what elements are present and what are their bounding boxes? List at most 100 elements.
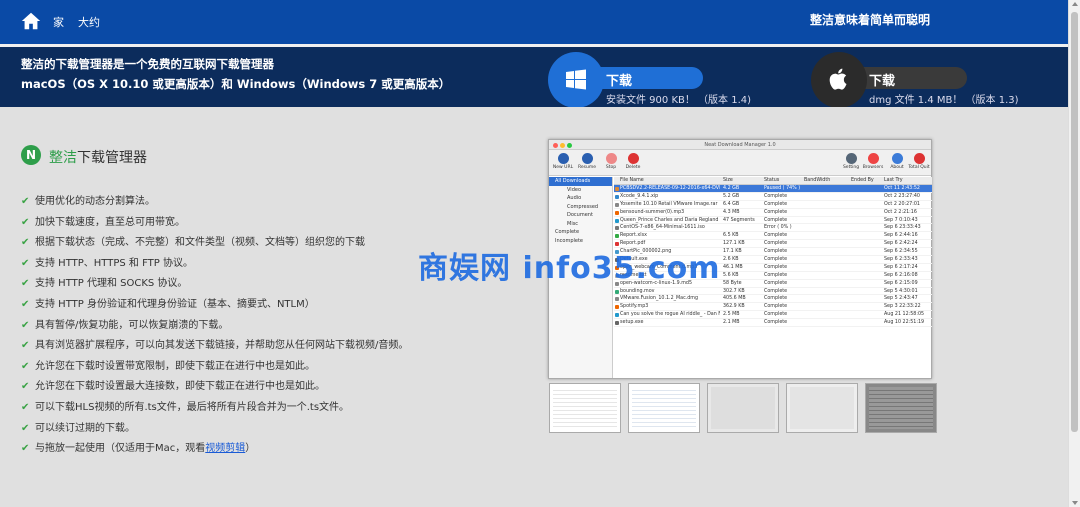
sidebar-item[interactable]: Video <box>549 186 612 195</box>
check-icon: ✔ <box>21 216 30 228</box>
sidebar-item[interactable]: Misc <box>549 220 612 229</box>
table-cell: Sep 6 2:42:24 <box>884 241 918 247</box>
check-icon: ✔ <box>21 340 30 352</box>
stop-icon <box>605 153 617 164</box>
check-icon: ✔ <box>21 298 30 310</box>
table-row[interactable]: Report.xlsx 6.5 KB Complete Sep 6 2:44:16 <box>614 232 932 241</box>
file-type-icon <box>615 234 619 239</box>
table-row[interactable]: VMware.Fusion_10.1.2_Mac.dmg 405.6 MB Comp… <box>614 295 932 304</box>
table-row[interactable]: Spotify.mp3 362.9 KB Complete Sep 3 22:33:2… <box>614 303 932 312</box>
about-icon <box>891 153 903 164</box>
sidebar-item[interactable]: Audio <box>549 194 612 203</box>
video-clip-link[interactable]: 视频剪辑 <box>205 443 245 454</box>
sidebar-item-label: Complete <box>555 229 580 235</box>
table-cell: 302.7 KB <box>723 288 745 294</box>
table-cell: Paused ( 74% ) <box>764 186 801 191</box>
thumbnail-4[interactable] <box>786 383 858 433</box>
table-row[interactable]: Xcode_9.4.1.xip 5.2 GB Complete Oct 2 23:27… <box>614 193 932 201</box>
new-url-button[interactable]: New URL <box>551 153 575 170</box>
check-icon: ✔ <box>21 278 30 290</box>
feature-text: 可以续订过期的下载。 <box>35 422 135 434</box>
table-row[interactable]: Yosemite 10.10 Retail VMware Image.rar 6.… <box>614 201 932 209</box>
sidebar-item[interactable]: All Downloads <box>549 177 612 186</box>
table-row[interactable]: setup.exe 2.1 MB Complete Aug 10 22:51:19 <box>614 319 932 328</box>
table-cell: 4.2 GB <box>723 186 740 191</box>
windows-logo-circle[interactable] <box>548 52 604 108</box>
nav-item-home[interactable]: 家 <box>53 14 64 30</box>
zoom-dot-icon <box>567 143 572 148</box>
column-header[interactable]: Last Try <box>884 177 930 185</box>
table-cell: Complete <box>764 201 788 207</box>
file-type-icon <box>615 202 619 207</box>
table-cell: 4.3 MB <box>723 209 740 215</box>
table-row[interactable]: bounding.mov 302.7 KB Complete Sep 5 4:30:0… <box>614 288 932 296</box>
table-cell: bensound-summer(0).mp3 <box>620 209 685 215</box>
table-cell: Oct 2 2:21:16 <box>884 209 917 215</box>
sidebar-item-label: Misc <box>567 220 579 227</box>
about-button[interactable]: About <box>885 153 909 170</box>
file-type-icon <box>615 218 619 223</box>
table-cell: Report.xlsx <box>620 233 647 239</box>
thumbnail-2[interactable] <box>628 383 700 433</box>
feature-item: ✔ 加快下载速度，直至总可用带宽。 <box>21 216 408 237</box>
table-cell: bounding.mov <box>620 288 655 294</box>
page-scrollbar[interactable] <box>1068 0 1080 507</box>
file-type-icon <box>615 313 619 318</box>
check-icon: ✔ <box>21 422 30 434</box>
thumbnail-1[interactable] <box>549 383 621 433</box>
check-icon: ✔ <box>21 257 30 269</box>
nav-item-about[interactable]: 大约 <box>78 14 100 30</box>
table-cell: 362.9 KB <box>723 304 745 310</box>
scrollbar-thumb[interactable] <box>1071 12 1078 432</box>
table-cell: CentOS-7-x86_64-Minimal-1611.iso <box>620 225 705 231</box>
feature-item: ✔ 允许您在下载时设置带宽限制，即使下载正在进行中也是如此。 <box>21 360 408 381</box>
table-row[interactable]: CentOS-7-x86_64-Minimal-1611.iso Error ( … <box>614 224 932 233</box>
browsers-button[interactable]: Browsers <box>861 153 885 170</box>
column-header[interactable]: Ended By <box>851 177 881 185</box>
delete-button[interactable]: Delete <box>621 153 645 170</box>
hero-headline: 整洁的下载管理器是一个免费的互联网下载管理器 <box>21 57 274 71</box>
thumbnail-5[interactable] <box>865 383 937 433</box>
mac-download-info: dmg 文件 1.4 MB！ （版本 1.3) <box>869 95 1019 106</box>
windows-download-button[interactable]: 下载 安装文件 900 KB！ （版本 1.4) <box>548 52 751 108</box>
table-row[interactable]: bensound-summer(0).mp3 4.3 MB Complete Oct … <box>614 209 932 217</box>
table-row[interactable]: Queen_Prince Charles and Daria Regland o… <box>614 217 932 225</box>
thumbnail-3[interactable] <box>707 383 779 433</box>
app-title: Neat Download Manager 1.0 <box>704 142 776 148</box>
neat-logo-icon: N <box>21 145 41 165</box>
windows-download-info: 安装文件 900 KB！ （版本 1.4) <box>606 95 752 106</box>
windows-icon <box>566 69 586 90</box>
table-row[interactable]: PCBSDV2.2-RELEASE-09-12-2016-x64-DVD 4.2 … <box>614 185 932 193</box>
table-cell: Complete <box>764 288 788 294</box>
stop-button[interactable]: Stop <box>599 153 623 170</box>
total-quit-label: Total Quit <box>908 165 930 170</box>
scroll-down-icon[interactable] <box>1072 501 1078 505</box>
mac-download-button[interactable]: 下载 dmg 文件 1.4 MB！ （版本 1.3) <box>811 52 1019 108</box>
feature-text: 与拖放一起使用（仅适用于Mac，观看 <box>35 443 206 455</box>
column-header[interactable]: Size <box>723 177 761 185</box>
delete-label: Delete <box>625 165 641 170</box>
table-cell: Error ( 0% ) <box>764 225 792 231</box>
column-header[interactable]: File Name <box>620 177 720 185</box>
home-icon[interactable] <box>20 10 42 32</box>
table-cell: Yosemite 10.10 Retail VMware Image.rar <box>620 201 718 207</box>
total-quit-button[interactable]: Total Quit <box>907 153 931 170</box>
resume-button[interactable]: Resume <box>575 153 599 170</box>
sidebar-item[interactable]: Document <box>549 211 612 220</box>
table-cell: Aug 10 22:51:19 <box>884 320 925 326</box>
scroll-up-icon[interactable] <box>1072 2 1078 6</box>
table-header: File Name Size Status BandWidth Ended By Last… <box>614 177 932 185</box>
mac-logo-circle[interactable] <box>811 52 867 108</box>
sidebar-item[interactable]: Complete <box>549 228 612 237</box>
column-header[interactable]: Status <box>764 177 802 185</box>
windows-download-label[interactable]: 下载 <box>606 70 632 89</box>
table-cell: 127.1 KB <box>723 241 745 247</box>
column-header[interactable]: BandWidth <box>804 177 848 185</box>
feature-text: 允许您在下载时设置最大连接数，即使下载正在进行中也是如此。 <box>35 381 325 393</box>
hero-requirements: macOS（OS X 10.10 或更高版本）和 Windows（Windows… <box>21 77 451 91</box>
table-row[interactable]: Can you solve the rogue AI riddle_ - Dan… <box>614 311 932 320</box>
sidebar-item[interactable]: Compressed <box>549 203 612 212</box>
table-cell: Complete <box>764 320 788 326</box>
setting-button[interactable]: Setting <box>839 153 863 170</box>
mac-download-label[interactable]: 下载 <box>869 70 895 89</box>
